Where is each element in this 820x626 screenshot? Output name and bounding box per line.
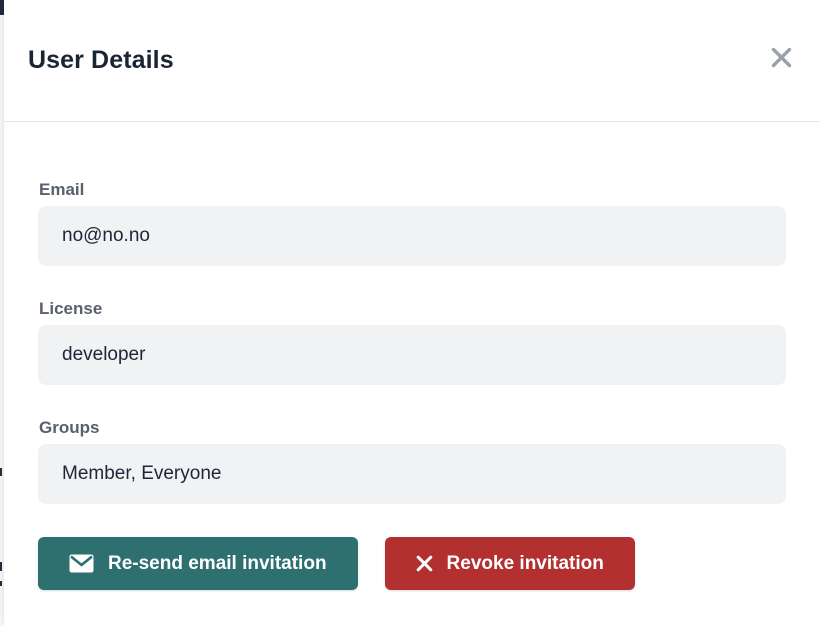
license-value: developer <box>62 344 145 366</box>
user-details-modal: User Details Email no@no.no License deve… <box>4 0 820 626</box>
revoke-invitation-button[interactable]: Revoke invitation <box>385 537 635 590</box>
background-text-fragment <box>0 581 2 586</box>
envelope-icon <box>69 554 94 573</box>
x-icon <box>416 555 433 572</box>
modal-body: Email no@no.no License developer Groups … <box>4 122 820 590</box>
license-label: License <box>39 299 786 319</box>
revoke-invitation-label: Revoke invitation <box>447 553 604 575</box>
resend-invitation-button[interactable]: Re-send email invitation <box>38 537 358 590</box>
close-icon <box>770 46 793 69</box>
groups-label: Groups <box>39 418 786 438</box>
background-text-fragment <box>0 562 2 571</box>
groups-field: Member, Everyone <box>38 444 786 504</box>
groups-field-group: Groups Member, Everyone <box>38 418 786 504</box>
groups-value: Member, Everyone <box>62 463 221 485</box>
license-field: developer <box>38 325 786 385</box>
page-title: User Details <box>28 46 174 75</box>
email-field: no@no.no <box>38 206 786 266</box>
close-button[interactable] <box>768 44 794 70</box>
resend-invitation-label: Re-send email invitation <box>108 553 327 575</box>
license-field-group: License developer <box>38 299 786 385</box>
background-text-fragment <box>0 468 2 476</box>
modal-header: User Details <box>4 0 820 122</box>
email-field-group: Email no@no.no <box>38 180 786 266</box>
email-value: no@no.no <box>62 225 150 247</box>
action-button-row: Re-send email invitation Revoke invitati… <box>38 537 786 590</box>
email-label: Email <box>39 180 786 200</box>
